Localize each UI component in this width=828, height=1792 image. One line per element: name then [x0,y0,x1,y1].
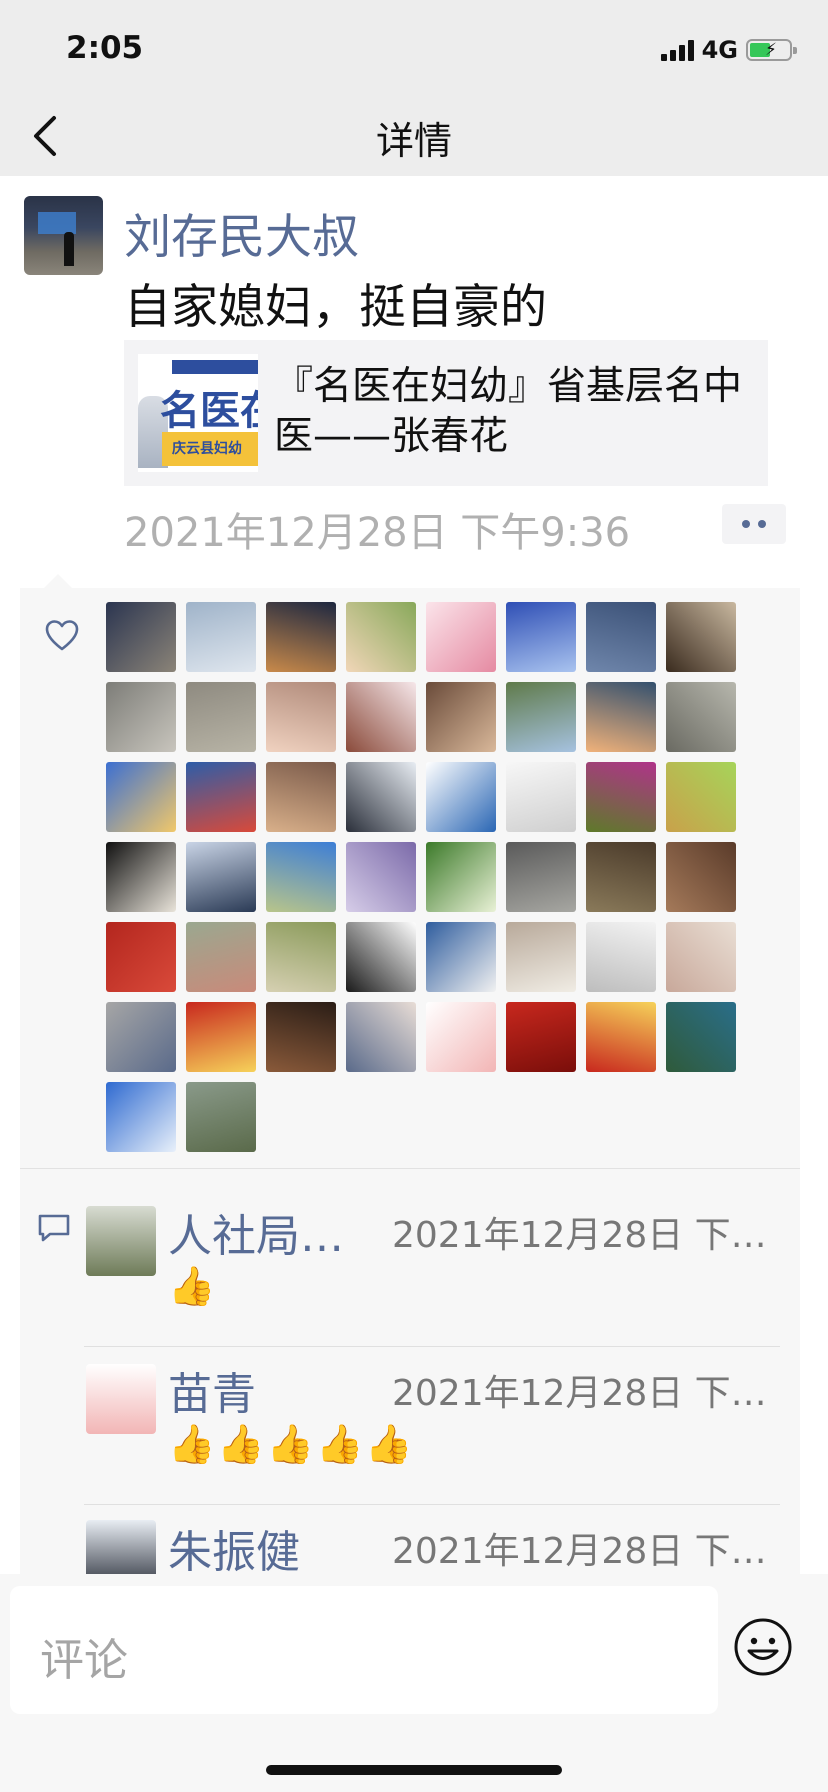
liker-avatar[interactable] [186,762,256,832]
liker-avatar[interactable] [106,1002,176,1072]
liker-avatar[interactable] [106,842,176,912]
comment-author[interactable]: 苗青 [168,1358,256,1422]
liker-avatar[interactable] [266,842,336,912]
post-timestamp: 2021年12月28日 下午9:36 [124,510,631,556]
liker-avatar[interactable] [346,682,416,752]
link-title: 『名医在妇幼』省基层名中医——张春花 [274,364,743,459]
liker-avatar[interactable] [506,842,576,912]
panel-pointer [44,574,72,588]
liker-avatar[interactable] [426,682,496,752]
liker-avatar[interactable] [586,762,656,832]
comment-icon [38,1214,70,1242]
liker-avatar[interactable] [346,762,416,832]
emoji-icon[interactable] [732,1616,794,1678]
liker-avatar[interactable] [346,1002,416,1072]
status-icons: 4G ⚡ [660,36,797,64]
liker-avatar[interactable] [426,842,496,912]
liker-avatar[interactable] [186,1002,256,1072]
link-thumbnail-text: 名医在 [160,388,258,434]
liker-avatar[interactable] [666,922,736,992]
liker-avatar[interactable] [426,602,496,672]
liker-avatar[interactable] [106,602,176,672]
comment-avatar[interactable] [86,1364,156,1434]
likes-divider [20,1168,800,1169]
liker-avatar[interactable] [266,922,336,992]
liker-avatar[interactable] [666,762,736,832]
dot-icon [758,520,766,528]
liker-avatar[interactable] [586,922,656,992]
liker-avatar[interactable] [426,922,496,992]
liker-avatar[interactable] [106,1082,176,1152]
comment-time: 2021年12月28日 下… [392,1215,767,1256]
liker-avatar[interactable] [506,1002,576,1072]
liker-avatar[interactable] [266,682,336,752]
liker-avatar[interactable] [186,922,256,992]
liker-avatar[interactable] [426,762,496,832]
comment-divider [84,1504,780,1505]
liker-avatar[interactable] [506,602,576,672]
more-actions-button[interactable] [722,504,786,544]
comment-placeholder: 评论 [40,1635,128,1686]
liker-avatar[interactable] [666,842,736,912]
comment-avatar[interactable] [86,1206,156,1276]
liker-avatar[interactable] [266,762,336,832]
network-label: 4G [701,36,738,64]
liker-avatar[interactable] [186,682,256,752]
liker-avatar[interactable] [266,602,336,672]
nav-bar: 详情 [0,100,828,176]
liker-avatar[interactable] [266,1002,336,1072]
signal-icon [660,39,694,61]
comment-time: 2021年12月28日 下… [392,1531,767,1572]
post-text: 自家媳妇，挺自豪的 [124,280,547,335]
comment-input[interactable]: 评论 [10,1586,718,1714]
liker-avatar[interactable] [506,922,576,992]
liker-avatar[interactable] [106,922,176,992]
liker-avatar[interactable] [586,682,656,752]
liker-avatar[interactable] [346,922,416,992]
author-avatar[interactable] [24,196,103,275]
liker-avatar[interactable] [586,602,656,672]
liker-avatar[interactable] [186,602,256,672]
liker-avatar[interactable] [586,1002,656,1072]
page-title: 详情 [375,119,452,163]
battery-icon: ⚡ [746,39,797,61]
status-bar: 2:05 4G ⚡ [0,0,828,100]
shared-link-card[interactable]: 名医在 庆云县妇幼 『名医在妇幼』省基层名中医——张春花 [124,340,768,486]
comment-time: 2021年12月28日 下… [392,1373,767,1414]
liker-avatar[interactable] [666,682,736,752]
comment-author[interactable]: 人社局… [168,1200,344,1264]
liker-avatar[interactable] [506,762,576,832]
link-thumbnail: 名医在 庆云县妇幼 [138,354,258,472]
liker-avatar[interactable] [586,842,656,912]
comment-divider [84,1346,780,1347]
liker-avatar[interactable] [506,682,576,752]
comment-author[interactable]: 朱振健 [168,1516,300,1580]
home-indicator [266,1765,562,1775]
liker-avatar[interactable] [426,1002,496,1072]
heart-icon [45,620,79,651]
liker-avatar[interactable] [346,602,416,672]
status-time: 2:05 [66,30,144,66]
dot-icon [742,520,750,528]
liker-avatar[interactable] [106,762,176,832]
liker-avatar[interactable] [666,1002,736,1072]
liker-avatar[interactable] [666,602,736,672]
link-thumbnail-subtext: 庆云县妇幼 [172,441,242,457]
liker-avatar[interactable] [186,842,256,912]
liker-avatar[interactable] [346,842,416,912]
comment-body: 👍 [168,1264,218,1308]
liker-avatar-grid [106,602,754,1152]
liker-avatar[interactable] [186,1082,256,1152]
author-name[interactable]: 刘存民大叔 [124,198,359,267]
comment-body: 👍👍👍👍👍 [168,1422,415,1466]
liker-avatar[interactable] [106,682,176,752]
